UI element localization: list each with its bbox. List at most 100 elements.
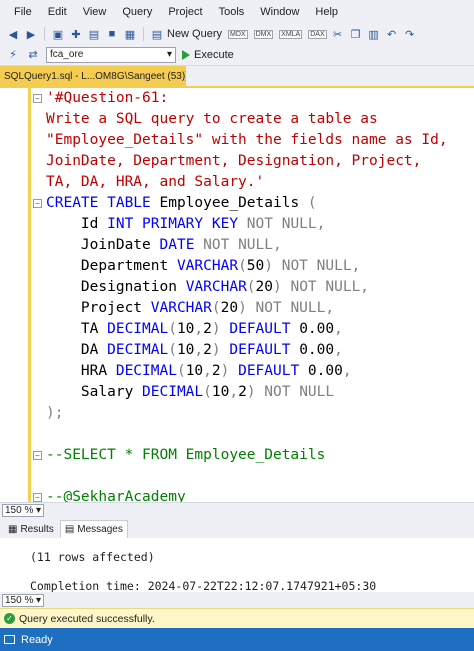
code-line: Department VARCHAR(50) NOT NULL, [46,256,448,277]
code-token: ) [211,342,230,358]
code-token: ) NOT NULL [246,384,335,400]
mdx-query-icon[interactable]: MDX [228,29,248,39]
code-line: DA DECIMAL(10,2) DEFAULT 0.00, [46,340,448,361]
new-query-icon: ▤ [151,28,163,41]
connect-icon[interactable]: ⚡ [6,48,20,62]
chevron-down-icon: ▾ [166,49,172,60]
xmla-query-icon[interactable]: XMLA [279,29,303,39]
open-file-icon[interactable]: ▤ [87,27,101,41]
cut-icon[interactable]: ✂ [331,27,345,41]
change-tracking-bar [28,444,31,502]
query-status-text: Query executed successfully. [19,612,155,625]
code-line: TA DECIMAL(10,2) DEFAULT 0.00, [46,319,448,340]
menu-project[interactable]: Project [160,6,210,18]
code-token: INT PRIMARY KEY [107,216,239,232]
code-token: ) NOT NULL, [264,258,361,274]
execute-label: Execute [194,48,234,61]
collapse-icon[interactable]: − [33,451,42,460]
code-token: DECIMAL [107,342,169,358]
code-token: DECIMAL [115,363,177,379]
status-bar: Ready [0,628,474,651]
code-token: 10 [185,363,204,379]
execute-button[interactable]: Execute [182,49,234,61]
code-token: Salary [46,384,143,400]
chevron-down-icon: ▾ [35,594,41,606]
code-line: '#Question-61: [46,88,448,109]
results-zoom-select[interactable]: 150 % ▾ [2,593,44,607]
editor-gutter [0,88,30,502]
tab-messages[interactable]: ▤ Messages [59,520,128,538]
code-token: ) NOT NULL, [273,279,370,295]
code-token: , [229,384,239,400]
code-token: , [194,321,204,337]
code-token: DEFAULT [238,363,300,379]
success-check-icon: ✓ [4,613,15,624]
menu-query[interactable]: Query [114,6,160,18]
code-token: Designation [46,279,186,295]
code-line: JoinDate DATE NOT NULL, [46,235,448,256]
code-line: Designation VARCHAR(20) NOT NULL, [46,277,448,298]
database-select-value: fca_ore [50,49,84,60]
tab-title: SQLQuery1.sql - L...OM8G\Sangeet (53))* [4,70,186,82]
back-icon[interactable]: ◀ [6,27,20,41]
toolbar-divider [44,27,45,41]
add-item-icon[interactable]: ✚ [69,27,83,41]
code-token: DEFAULT [229,342,291,358]
code-token: 10 [176,342,195,358]
code-token: , [342,363,352,379]
results-tab-strip: ▦ Results ▤ Messages [0,518,474,538]
code-line: --@SekharAcademy [46,487,448,502]
new-project-icon[interactable]: ▣ [51,27,65,41]
tab-sqlquery1[interactable]: SQLQuery1.sql - L...OM8G\Sangeet (53))* … [0,66,186,86]
tab-results-label: Results [20,523,54,535]
undo-icon[interactable]: ↶ [385,27,399,41]
query-status-bar: ✓ Query executed successfully. [0,608,474,628]
results-zoom-value: 150 % [5,594,34,606]
editor-zoom-value: 150 % [5,505,34,516]
dax-query-icon[interactable]: DAX [308,29,327,39]
forward-icon[interactable]: ▶ [24,27,38,41]
collapse-icon[interactable]: − [33,493,42,502]
dmx-query-icon[interactable]: DMX [253,29,274,39]
redo-icon[interactable]: ↷ [403,27,417,41]
save-all-icon[interactable]: ▦ [123,27,137,41]
code-line: "Employee_Details" with the fields name … [46,130,448,151]
code-token: 10 [211,384,230,400]
menu-file[interactable]: File [6,6,40,18]
code-token: Id [46,216,108,232]
document-tab-strip: SQLQuery1.sql - L...OM8G\Sangeet (53))* … [0,66,474,88]
code-token: ( [246,279,256,295]
code-token: 10 [176,321,195,337]
tab-results[interactable]: ▦ Results [4,520,58,538]
editor-zoom-bar: 150 % ▾ [0,502,474,518]
change-tracking-bar [28,88,31,460]
code-token: NOT NULL, [194,237,282,253]
menu-tools[interactable]: Tools [211,6,253,18]
code-line: JoinDate, Department, Designation, Proje… [46,151,448,172]
new-query-button[interactable]: ▤ New Query [150,27,222,41]
code-token: "Employee_Details" with the fields name … [46,132,448,148]
code-token: ( [176,363,186,379]
menu-view[interactable]: View [75,6,115,18]
paste-icon[interactable]: ▥ [367,27,381,41]
code-token: ) [211,321,230,337]
copy-icon[interactable]: ❐ [349,27,363,41]
menu-window[interactable]: Window [252,6,307,18]
editor-zoom-select[interactable]: 150 % ▾ [2,504,44,517]
code-line: Write a SQL query to create a table as [46,109,448,130]
database-select[interactable]: fca_ore ▾ [46,46,176,63]
code-token: ) NOT NULL, [238,300,335,316]
change-connection-icon[interactable]: ⇄ [26,48,40,62]
code-token: TA [46,321,108,337]
collapse-icon[interactable]: − [33,94,42,103]
collapse-icon[interactable]: − [33,199,42,208]
menu-help[interactable]: Help [307,6,346,18]
query-editor[interactable]: − − − − '#Question-61: Write a SQL query … [0,88,474,502]
menu-edit[interactable]: Edit [40,6,75,18]
code-token: 2 [238,384,247,400]
save-icon[interactable]: ■ [105,27,119,41]
code-token: ( [211,300,221,316]
standard-toolbar: ◀ ▶ ▣ ✚ ▤ ■ ▦ ▤ New Query MDX DMX XMLA D… [0,24,474,44]
